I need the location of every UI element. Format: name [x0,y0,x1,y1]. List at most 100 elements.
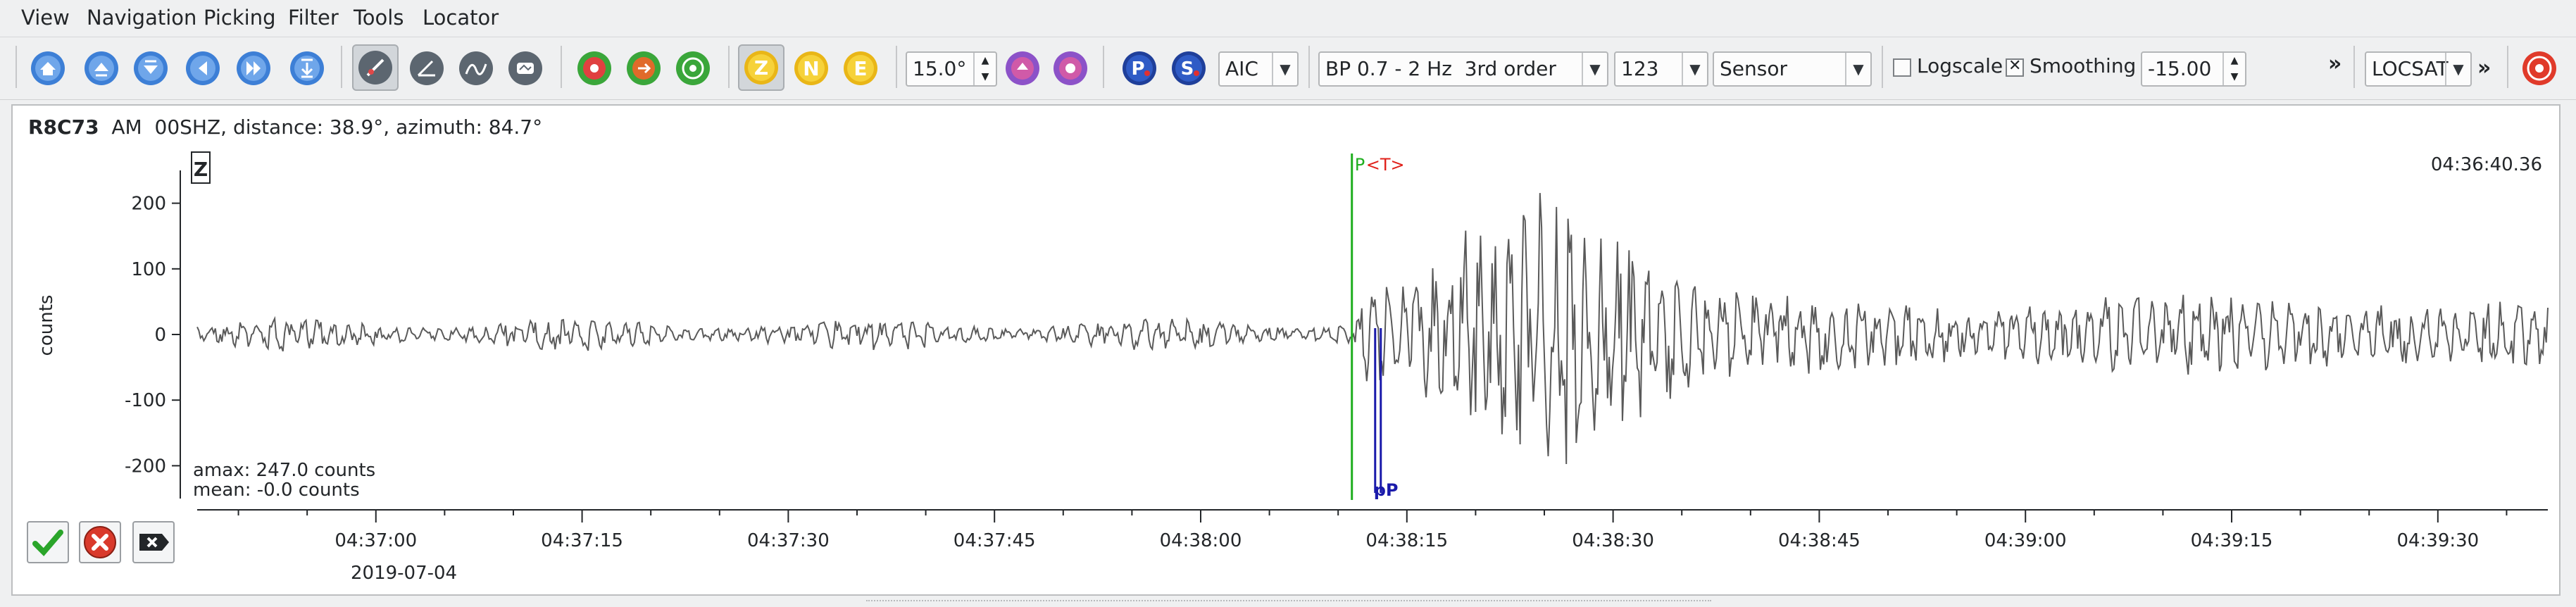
menu-picking[interactable]: Picking [204,6,276,30]
filter-select[interactable]: BP 0.7 - 2 Hz 3rd order ▼ [1318,51,1608,87]
date-label: 2019-07-04 [351,563,457,584]
pick-s-icon: S [1172,51,1206,85]
angle-button[interactable] [408,50,445,87]
locator-overflow-button[interactable]: » [2477,56,2491,80]
polarization-button[interactable] [507,50,544,87]
spectrum-icon [459,51,493,85]
smoothing-spinbox[interactable]: -15.00 ▲ ▼ [2141,51,2246,87]
pick-p-button[interactable]: P [1121,50,1158,87]
spin-up-icon[interactable]: ▲ [975,53,996,69]
reject-button[interactable] [79,521,121,563]
locate-button[interactable] [2521,50,2558,87]
scroll-up-button[interactable] [83,50,120,87]
delete-pick-button[interactable] [132,521,175,563]
toolbar: Z N E 15.0° ▲ ▼ P S AIC ▼ BP 0.7 - 2 Hz 3… [0,37,2576,100]
pick-mode-button[interactable] [576,50,613,87]
toolbar-separator [1103,46,1104,88]
spin-down-icon[interactable]: ▼ [975,69,996,85]
filter-value: BP 0.7 - 2 Hz 3rd order [1325,57,1556,80]
y-tick-label: 0 [154,325,166,346]
next-button[interactable] [235,50,272,87]
locator-select[interactable]: LOCSAT ▼ [2365,51,2472,87]
accept-button[interactable] [27,521,69,563]
y-tick-label: -200 [125,456,166,477]
component-z-button[interactable]: Z [738,44,784,91]
pick-pp-label: pP [1374,480,1399,500]
channels-value: 123 [1621,57,1659,80]
pick-icon [577,51,611,85]
spectrum-button[interactable] [458,50,494,87]
polarization-icon [508,51,542,85]
x-tick-label: 04:38:45 [1778,530,1861,551]
menu-filter[interactable]: Filter [288,6,339,30]
checkmark-icon [32,530,63,556]
x-tick-label: 04:37:30 [747,530,830,551]
menu-bar: View Navigation Picking Filter Tools Loc… [0,0,2576,37]
y-axis-label: counts [36,295,57,356]
relocate-icon [627,51,661,85]
menu-locator[interactable]: Locator [423,6,499,30]
unit-mode-select[interactable]: Sensor ▼ [1713,51,1872,87]
rotation-spinbox[interactable]: 15.0° ▲ ▼ [906,51,997,87]
chevron-down-icon: ▼ [1272,53,1297,85]
spin-down-icon[interactable]: ▼ [2224,69,2245,85]
rotate-left-button[interactable] [1004,50,1041,87]
x-tick-label: 04:38:00 [1160,530,1242,551]
x-tick-label: 04:39:00 [1984,530,2067,551]
svg-text:Z: Z [754,56,768,80]
expand-button[interactable] [289,50,325,87]
y-tick-label: 200 [131,194,166,215]
scroll-down-button[interactable] [132,50,169,87]
toolbar-separator [2507,46,2508,88]
smoothing-checkbox[interactable] [2006,57,2024,77]
channels-select[interactable]: 123 ▼ [1614,51,1708,87]
component-e-button[interactable]: E [842,50,879,87]
x-tick-label: 04:37:45 [954,530,1036,551]
rotate-right-button[interactable] [1052,50,1089,87]
chevron-down-icon: ▼ [2445,53,2470,85]
toolbar-overflow-button[interactable]: » [2328,51,2341,76]
fast-forward-icon [237,51,270,85]
previous-button[interactable] [185,50,221,87]
picker-method-select[interactable]: AIC ▼ [1218,51,1299,87]
smoothing-spin-buttons[interactable]: ▲ ▼ [2222,53,2245,85]
spin-up-icon[interactable]: ▲ [2224,53,2245,69]
relocate-button[interactable] [625,50,662,87]
chevron-down-icon: ▼ [1682,53,1707,85]
home-button[interactable] [30,50,66,87]
x-tick-label: 04:38:15 [1365,530,1448,551]
mean-label: mean: -0.0 counts [193,480,360,501]
pick-s-button[interactable]: S [1170,50,1207,87]
menu-navigation[interactable]: Navigation [87,6,196,30]
unit-mode-value: Sensor [1720,57,1787,80]
rotation-value: 15.0° [913,57,967,80]
logscale-checkbox[interactable] [1893,58,1911,77]
x-tick-label: 04:39:30 [2396,530,2479,551]
seismogram-plot[interactable]: counts 2001000-100-200 04:37:00 04:37:15 0… [13,106,2559,594]
x-tick-label: 04:38:30 [1572,530,1654,551]
x-ticks: 04:37:00 04:37:15 04:37:30 04:37:45 04:38:00… [237,510,2508,551]
svg-text:P: P [1131,58,1144,80]
close-icon [84,526,116,558]
toolbar-separator [1882,46,1883,88]
zoom-trace-button[interactable] [675,50,711,87]
align-button[interactable] [352,44,399,91]
home-icon [31,51,65,85]
menu-view[interactable]: View [21,6,70,30]
down-arrow-icon [134,51,168,85]
resize-grip[interactable] [866,600,1711,604]
x-tick-label: 04:37:00 [334,530,417,551]
toolbar-separator [561,46,562,88]
svg-text:N: N [803,57,819,80]
component-n-button[interactable]: N [793,50,830,87]
y-tick-label: -100 [125,390,166,411]
rotation-spin-buttons[interactable]: ▲ ▼ [973,53,996,85]
rotate-alt-icon [1053,51,1087,85]
x-tick-label: 04:37:15 [541,530,623,551]
toolbar-separator [2353,46,2355,88]
svg-text:S: S [1181,58,1194,80]
chevron-down-icon: ▼ [1845,53,1870,85]
expand-icon [290,51,324,85]
menu-tools[interactable]: Tools [354,6,404,30]
trace-panel: R8C73 AM 00SHZ, distance: 38.9°, azimuth… [11,104,2561,596]
